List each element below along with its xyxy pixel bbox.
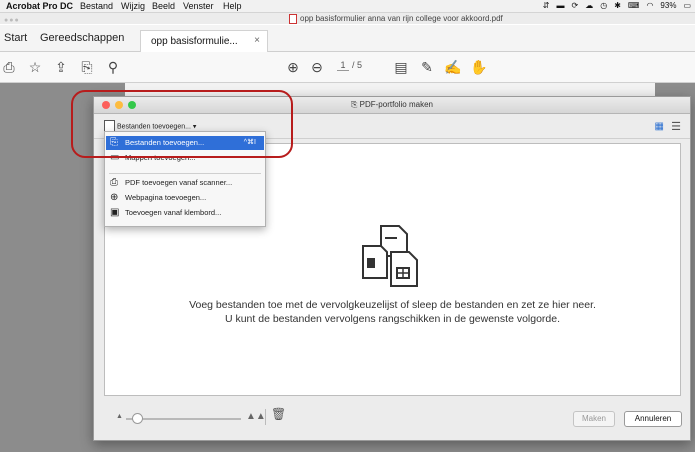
menu-item-scanner[interactable]: ⎙ PDF toevoegen vanaf scanner... [106, 176, 264, 190]
print-icon[interactable]: ⎘ [78, 58, 96, 76]
globe-icon: ⊕ [110, 192, 119, 203]
hand-tool-icon[interactable]: ✋ [470, 58, 488, 76]
upload-cloud-icon[interactable]: ⇪ [52, 58, 70, 76]
page-down-icon[interactable]: ⊖ [308, 58, 326, 76]
comment-icon[interactable]: ▤ [392, 58, 410, 76]
close-tab-icon[interactable]: × [254, 35, 260, 46]
tab-bar: Start Gereedschappen [0, 25, 695, 52]
instruction-line-2: U kunt de bestanden vervolgens rangschik… [224, 313, 561, 325]
window-titlebar: ●●● opp basisformulier anna van rijn col… [0, 13, 695, 24]
menu-app-acrobat[interactable]: Acrobat Pro DC [6, 0, 73, 12]
highlight-pen-icon[interactable]: ✎ [418, 58, 436, 76]
slider-handle[interactable] [132, 413, 143, 424]
sync-icon[interactable]: ⟳ [572, 0, 579, 12]
list-view-icon[interactable]: ☰ [671, 120, 681, 133]
zoom-out-mountain-icon[interactable]: ▲ [116, 413, 123, 420]
wifi-icon[interactable]: ◠ [646, 0, 653, 12]
bookmark-star-icon[interactable]: ☆ [26, 58, 44, 76]
menu-separator [109, 173, 261, 174]
time-machine-icon[interactable]: ◷ [600, 0, 607, 12]
page-up-icon[interactable]: ⊕ [284, 58, 302, 76]
tab-start[interactable]: Start [4, 32, 27, 44]
pdf-file-icon [289, 13, 297, 24]
dropbox-icon[interactable]: ⇵ [543, 0, 550, 12]
page-navigator: 1/ 5 [337, 60, 362, 71]
toolbar: ⎙ ☆ ⇪ ⎘ ⚲ ⊕ ⊖ 1/ 5 ▤ ✎ ✍ ✋ [0, 52, 695, 83]
menu-bestand[interactable]: Bestand [80, 0, 113, 12]
status-area: ⇵ ▬ ⟳ ☁ ◷ ✱ ⌨ ◠ 93% ▭ [543, 0, 691, 12]
menu-beeld[interactable]: Beeld [152, 0, 175, 12]
menu-help[interactable]: Help [223, 0, 242, 12]
tab-gereedschappen[interactable]: Gereedschappen [40, 32, 124, 44]
trash-icon[interactable]: 🗑 [271, 407, 286, 421]
page-total: / 5 [352, 60, 363, 70]
grid-view-icon[interactable]: ▦ [655, 121, 664, 132]
tab-document[interactable]: opp basisformulie... × [140, 30, 268, 52]
zoom-search-icon[interactable]: ⚲ [104, 58, 122, 76]
divider [265, 409, 266, 425]
menu-item-webpage[interactable]: ⊕ Webpagina toevoegen... [106, 191, 264, 205]
clipboard-icon: ▣ [110, 207, 120, 218]
bluetooth-icon[interactable]: ✱ [614, 0, 621, 12]
menu-item-clipboard[interactable]: ▣ Toevoegen vanaf klembord... [106, 206, 264, 220]
instruction-line-1: Voeg bestanden toe met de vervolgkeuzeli… [189, 299, 596, 311]
display-icon[interactable]: ▬ [557, 0, 565, 12]
scanner-icon: ⎙ [110, 177, 118, 188]
thumbnail-size-slider[interactable] [126, 418, 241, 420]
zoom-in-mountain-icon[interactable]: ▲▲ [246, 411, 266, 422]
annotation-highlight-ring [71, 90, 293, 158]
portfolio-icon: ⎘ [351, 100, 360, 109]
cancel-button[interactable]: Annuleren [624, 411, 682, 427]
menu-wijzig[interactable]: Wijzig [121, 0, 145, 12]
page-number-input[interactable]: 1 [337, 60, 349, 71]
keyboard-icon[interactable]: ⌨ [628, 0, 640, 12]
dialog-footer: ▲ ▲▲ 🗑 Maken Annuleren [94, 399, 690, 439]
make-button[interactable]: Maken [573, 411, 615, 427]
window-title: opp basisformulier anna van rijn college… [289, 13, 503, 24]
mac-menubar: Acrobat Pro DC Bestand Wijzig Beeld Vens… [0, 0, 695, 13]
tab-document-label: opp basisformulie... [151, 36, 238, 47]
files-illustration-icon [362, 225, 418, 287]
sign-icon[interactable]: ✍ [444, 58, 462, 76]
save-icon[interactable]: ⎙ [0, 58, 18, 76]
battery-label: 93% [660, 1, 677, 10]
cloud-icon[interactable]: ☁ [585, 0, 593, 12]
battery-icon[interactable]: ▭ [683, 0, 691, 12]
menu-venster[interactable]: Venster [183, 0, 214, 12]
dialog-title: PDF-portfolio maken [359, 100, 433, 109]
